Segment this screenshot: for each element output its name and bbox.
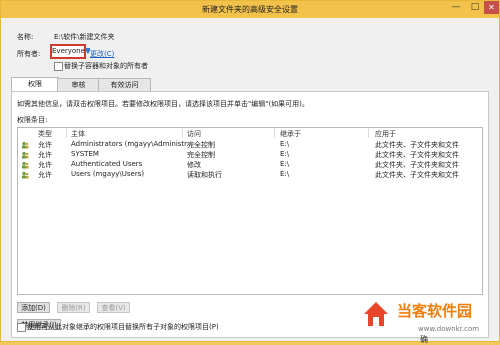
column-divider[interactable] [182,128,183,138]
remove-button[interactable]: 删除(R) [57,302,90,313]
replace-child-permissions-checkbox[interactable] [17,323,26,332]
row-access: 读取和执行 [187,171,222,179]
row-applies: 此文件夹、子文件夹和文件 [375,151,459,159]
watermark-brand: 当客软件园 [397,302,473,320]
replace-owner-label: 替换子容器和对象的所有者 [64,62,148,70]
row-type: 允许 [38,151,52,159]
column-divider[interactable] [368,128,369,138]
row-principal: Users (mgayy\Users) [71,170,145,178]
change-owner-link[interactable]: 更改(C) [90,49,114,59]
row-principal: SYSTEM [71,150,99,158]
view-button[interactable]: 查看(V) [97,302,130,313]
column-header-applies[interactable]: 应用于 [375,129,396,139]
watermark-logo-icon [364,302,388,326]
column-header-access[interactable]: 访问 [187,129,201,139]
maximize-button[interactable]: □ [466,1,484,14]
replace-owner-checkbox[interactable] [54,62,63,71]
dialog-content: 名称: E:\软件\新建文件夹 所有者: Everyone 更改(C) 替换子容… [1,18,499,344]
name-value: E:\软件\新建文件夹 [54,33,115,41]
permission-entries-table[interactable]: 类型 主体 访问 继承于 应用于 允许 Administrators (mgay… [17,127,483,295]
title-bar[interactable]: 新建文件夹的高级安全设置 — □ ✕ [1,1,499,18]
minimize-button[interactable]: — [447,1,465,14]
tab-permissions[interactable]: 权限 [11,77,59,92]
row-inherited: E:\ [280,140,290,148]
column-divider[interactable] [66,128,67,138]
owner-value: Everyone [50,44,86,59]
user-group-icon [22,141,29,149]
row-inherited: E:\ [280,170,290,178]
column-header-inherited[interactable]: 继承于 [280,129,301,139]
row-applies: 此文件夹、子文件夹和文件 [375,171,459,179]
window-title: 新建文件夹的高级安全设置 [202,5,298,14]
row-applies: 此文件夹、子文件夹和文件 [375,141,459,149]
row-access: 修改 [187,161,201,169]
user-group-icon [22,161,29,169]
table-row[interactable]: 允许 Administrators (mgayy\Administr... 完全… [18,140,482,150]
add-button[interactable]: 添加(D) [17,302,50,313]
column-header-type[interactable]: 类型 [38,129,52,139]
watermark-url: www.downkr.com [418,325,480,333]
table-row[interactable]: 允许 SYSTEM 完全控制 E:\ 此文件夹、子文件夹和文件 [18,150,482,160]
table-row[interactable]: 允许 Users (mgayy\Users) 读取和执行 E:\ 此文件夹、子文… [18,170,482,180]
ok-button-fragment[interactable]: 确 [420,334,428,345]
entries-label: 权限条目: [17,116,48,124]
tab-auditing[interactable]: 审核 [57,78,100,91]
security-settings-window: 新建文件夹的高级安全设置 — □ ✕ 名称: E:\软件\新建文件夹 所有者: … [0,0,500,344]
column-divider[interactable] [274,128,275,138]
row-principal: Authenticated Users [71,160,143,168]
owner-label: 所有者: [17,50,41,58]
column-header-principal[interactable]: 主体 [71,129,85,139]
row-type: 允许 [38,171,52,179]
row-applies: 此文件夹、子文件夹和文件 [375,161,459,169]
tab-effective-access[interactable]: 有效访问 [98,78,151,91]
table-row[interactable]: 允许 Authenticated Users 修改 E:\ 此文件夹、子文件夹和… [18,160,482,170]
replace-child-permissions-label: 使用可从此对象继承的权限项目替换所有子对象的权限项目(P) [27,323,219,331]
row-type: 允许 [38,161,52,169]
row-inherited: E:\ [280,150,290,158]
info-text: 如需其他信息，请双击权限项目。若要修改权限项目，请选择该项目并单击"编辑"(如果… [17,100,309,108]
name-label: 名称: [17,33,34,41]
row-principal: Administrators (mgayy\Administr... [71,140,194,148]
user-group-icon [22,151,29,159]
row-inherited: E:\ [280,160,290,168]
row-type: 允许 [38,141,52,149]
user-group-icon [22,171,29,179]
row-access: 完全控制 [187,141,215,149]
row-access: 完全控制 [187,151,215,159]
close-button[interactable]: ✕ [484,1,499,14]
